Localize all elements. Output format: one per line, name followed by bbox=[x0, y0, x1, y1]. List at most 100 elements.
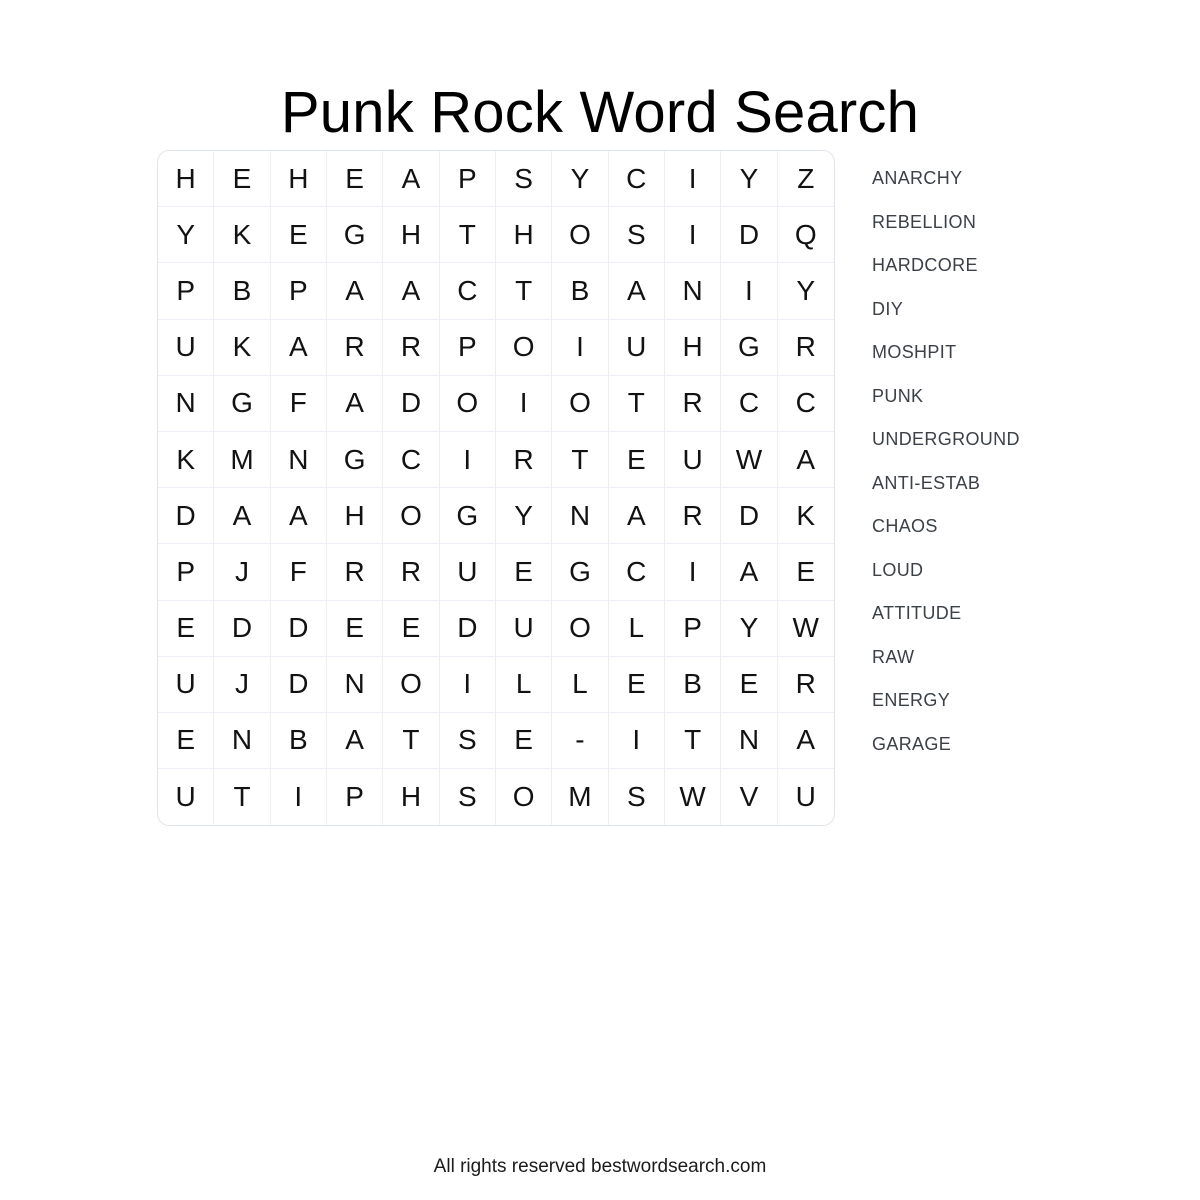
grid-cell[interactable]: Y bbox=[552, 151, 609, 208]
grid-cell[interactable]: A bbox=[777, 713, 834, 770]
grid-cell[interactable]: N bbox=[664, 263, 722, 320]
grid-cell[interactable]: V bbox=[721, 769, 778, 826]
grid-cell[interactable]: A bbox=[608, 263, 665, 320]
grid-cell[interactable]: A bbox=[326, 712, 384, 770]
grid-cell[interactable]: O bbox=[495, 319, 553, 376]
grid-cell[interactable]: L bbox=[608, 600, 665, 657]
grid-cell[interactable]: U bbox=[664, 431, 722, 489]
grid-cell[interactable]: G bbox=[439, 488, 496, 545]
grid-cell[interactable]: J bbox=[214, 544, 271, 601]
word-list-item[interactable]: ANTI-ESTAB bbox=[872, 462, 1152, 506]
grid-cell[interactable]: G bbox=[721, 319, 778, 376]
grid-cell[interactable]: S bbox=[439, 712, 496, 770]
grid-cell[interactable]: E bbox=[495, 544, 553, 601]
grid-cell[interactable]: P bbox=[664, 600, 722, 657]
grid-cell[interactable]: C bbox=[608, 151, 665, 208]
grid-cell[interactable]: I bbox=[664, 207, 722, 264]
word-list-item[interactable]: ATTITUDE bbox=[872, 592, 1152, 636]
grid-cell[interactable]: I bbox=[271, 769, 327, 826]
grid-cell[interactable]: J bbox=[214, 656, 271, 713]
grid-cell[interactable]: F bbox=[270, 375, 327, 432]
grid-cell[interactable]: R bbox=[777, 320, 834, 376]
grid-cell[interactable]: H bbox=[158, 151, 215, 208]
grid-cell[interactable]: N bbox=[214, 712, 271, 770]
grid-cell[interactable]: E bbox=[158, 712, 215, 770]
grid-cell[interactable]: E bbox=[495, 712, 553, 770]
grid-cell[interactable]: P bbox=[439, 319, 496, 376]
grid-cell[interactable]: T bbox=[495, 263, 553, 320]
grid-cell[interactable]: R bbox=[495, 431, 553, 489]
grid-cell[interactable]: N bbox=[158, 375, 215, 432]
word-list-item[interactable]: ANARCHY bbox=[872, 157, 1152, 201]
word-list-item[interactable]: DIY bbox=[872, 288, 1152, 332]
word-list-item[interactable]: REBELLION bbox=[872, 201, 1152, 245]
grid-cell[interactable]: S bbox=[609, 769, 665, 826]
grid-cell[interactable]: U bbox=[608, 319, 665, 376]
grid-cell[interactable]: R bbox=[664, 488, 722, 545]
grid-cell[interactable]: U bbox=[778, 769, 834, 825]
grid-cell[interactable]: E bbox=[383, 600, 440, 657]
grid-cell[interactable]: - bbox=[552, 712, 609, 770]
grid-cell[interactable]: L bbox=[495, 656, 553, 713]
word-list-item[interactable]: HARDCORE bbox=[872, 244, 1152, 288]
grid-cell[interactable]: A bbox=[383, 263, 440, 320]
grid-cell[interactable]: S bbox=[608, 207, 665, 264]
word-list-item[interactable]: GARAGE bbox=[872, 723, 1152, 767]
grid-cell[interactable]: U bbox=[495, 600, 553, 657]
grid-cell[interactable]: I bbox=[552, 319, 609, 376]
grid-cell[interactable]: G bbox=[326, 207, 384, 264]
grid-cell[interactable]: D bbox=[158, 488, 215, 545]
grid-cell[interactable]: U bbox=[439, 544, 496, 601]
grid-cell[interactable]: W bbox=[777, 601, 834, 657]
grid-cell[interactable]: D bbox=[721, 207, 778, 264]
grid-cell[interactable]: N bbox=[326, 656, 384, 713]
grid-cell[interactable]: M bbox=[552, 769, 609, 826]
grid-cell[interactable]: D bbox=[721, 488, 778, 545]
grid-cell[interactable]: H bbox=[383, 207, 440, 264]
grid-cell[interactable]: B bbox=[270, 712, 327, 770]
grid-cell[interactable]: G bbox=[214, 375, 271, 432]
word-list-item[interactable]: MOSHPIT bbox=[872, 331, 1152, 375]
grid-cell[interactable]: A bbox=[326, 375, 384, 432]
grid-cell[interactable]: O bbox=[383, 488, 440, 545]
grid-cell[interactable]: A bbox=[270, 319, 327, 376]
word-list-item[interactable]: UNDERGROUND bbox=[872, 418, 1152, 462]
grid-cell[interactable]: I bbox=[664, 151, 722, 208]
grid-cell[interactable]: A bbox=[721, 544, 778, 601]
grid-cell[interactable]: T bbox=[552, 431, 609, 489]
grid-cell[interactable]: S bbox=[440, 769, 496, 826]
word-list-item[interactable]: CHAOS bbox=[872, 505, 1152, 549]
grid-cell[interactable]: B bbox=[664, 656, 722, 713]
grid-cell[interactable]: E bbox=[214, 151, 271, 208]
grid-cell[interactable]: B bbox=[552, 263, 609, 320]
grid-cell[interactable]: C bbox=[721, 375, 778, 432]
grid-cell[interactable]: Y bbox=[721, 151, 778, 208]
grid-cell[interactable]: R bbox=[326, 544, 384, 601]
grid-cell[interactable]: A bbox=[608, 488, 665, 545]
grid-cell[interactable]: H bbox=[326, 488, 384, 545]
grid-cell[interactable]: K bbox=[777, 488, 834, 545]
grid-cell[interactable]: E bbox=[326, 600, 384, 657]
word-list-item[interactable]: ENERGY bbox=[872, 679, 1152, 723]
grid-cell[interactable]: C bbox=[439, 263, 496, 320]
grid-cell[interactable]: I bbox=[439, 656, 496, 713]
grid-cell[interactable]: D bbox=[270, 656, 327, 713]
grid-cell[interactable]: K bbox=[158, 431, 215, 489]
grid-cell[interactable]: R bbox=[383, 319, 440, 376]
grid-cell[interactable]: E bbox=[158, 600, 215, 657]
grid-cell[interactable]: Y bbox=[721, 600, 778, 657]
grid-cell[interactable]: A bbox=[383, 151, 440, 208]
grid-cell[interactable]: N bbox=[721, 712, 778, 770]
grid-cell[interactable]: C bbox=[777, 376, 834, 432]
grid-cell[interactable]: K bbox=[214, 207, 271, 264]
grid-cell[interactable]: Q bbox=[777, 207, 834, 264]
grid-cell[interactable]: O bbox=[552, 600, 609, 657]
grid-cell[interactable]: O bbox=[439, 375, 496, 432]
grid-cell[interactable]: P bbox=[158, 263, 215, 320]
grid-cell[interactable]: D bbox=[270, 600, 327, 657]
grid-cell[interactable]: H bbox=[495, 207, 553, 264]
grid-cell[interactable]: T bbox=[608, 375, 665, 432]
grid-cell[interactable]: H bbox=[383, 769, 440, 826]
grid-cell[interactable]: F bbox=[270, 544, 327, 601]
grid-cell[interactable]: R bbox=[777, 657, 834, 713]
